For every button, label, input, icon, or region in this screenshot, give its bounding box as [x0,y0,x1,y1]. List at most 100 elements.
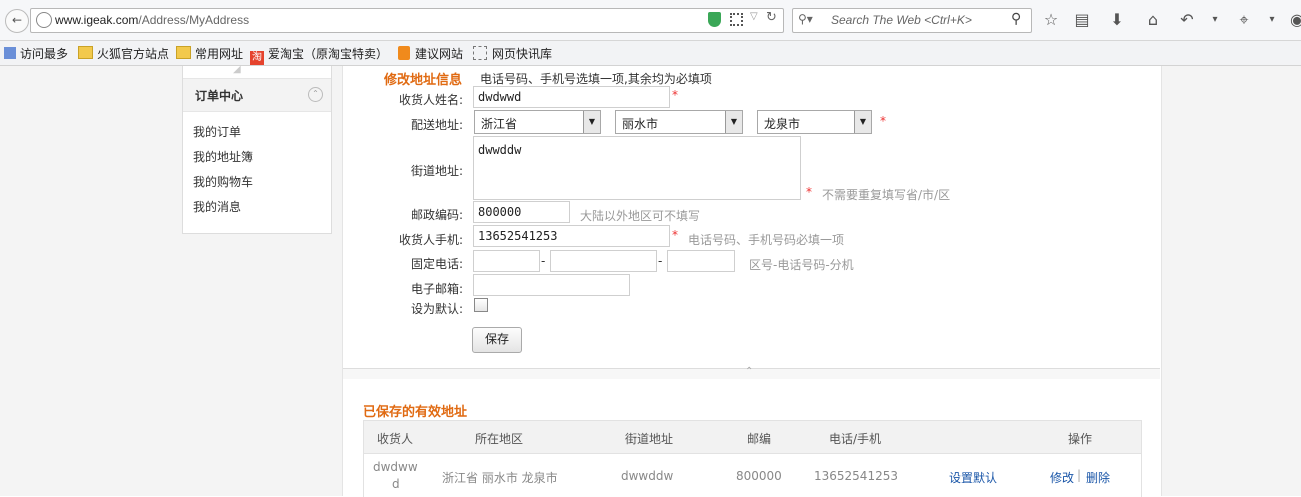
sidebar-item-shopping-cart[interactable]: 我的购物车 [193,173,253,190]
cell-recipient-wrap: d [392,477,400,491]
bookmark-label: 火狐官方站点 [97,47,170,61]
home-icon[interactable]: ⌂ [1142,9,1164,31]
column-header: 操作 [1068,432,1093,446]
action-separator: | [1077,468,1082,482]
globe-icon [36,12,52,28]
city-select[interactable]: 丽水市 ▼ [615,110,743,134]
sidebar-item-my-orders[interactable]: 我的订单 [193,123,241,140]
chevron-down-icon[interactable]: ▼ [854,111,871,133]
bookmark-label: 访问最多 [20,47,69,61]
reload-icon[interactable]: ↻ [766,10,777,25]
dropdown-icon[interactable]: ▽ [750,11,758,22]
delete-link[interactable]: 删除 [1086,469,1110,486]
mobile-hint: 电话号码、手机号码必填一项 [688,233,845,247]
sidebar-header[interactable]: 订单中心 ⌃ [183,78,331,112]
bookmark-label: 网页快讯库 [492,47,553,61]
bookmark-web-slices[interactable]: 网页快讯库 [473,45,552,62]
web-search-bar[interactable]: ⚲▾ Search The Web <Ctrl+K> ⚲ [792,8,1032,33]
taobao-icon: 淘 [250,51,264,65]
back-button[interactable]: ← [5,9,29,33]
phone-number-input[interactable] [550,250,657,272]
zip-input[interactable]: 800000 [473,201,570,223]
street-textarea[interactable]: dwwddw [473,136,801,200]
web-slice-icon [473,46,487,60]
sidebar-title: 订单中心 [195,89,244,103]
crop-icon[interactable]: ⌖ [1233,9,1255,31]
shield-icon[interactable] [708,12,721,27]
star-icon[interactable]: ☆ [1040,9,1062,31]
chevron-down-icon[interactable]: ▼ [583,111,600,133]
sidebar-pointer-icon: ◢ [233,64,241,75]
name-input[interactable]: dwdwwd [473,86,670,108]
column-header: 电话/手机 [829,432,882,446]
province-select[interactable]: 浙江省 ▼ [474,110,601,134]
magnifier-icon[interactable]: ⚲ [1011,11,1021,27]
cell-recipient: dwdww [373,460,418,474]
required-mark: * [806,185,812,199]
bookmark-most-visited[interactable]: 访问最多 [4,45,68,62]
qr-code-icon[interactable] [730,13,743,26]
district-select[interactable]: 龙泉市 ▼ [757,110,872,134]
street-label: 街道地址: [410,164,463,178]
saved-addresses-table: 收货人 所在地区 街道地址 邮编 电话/手机 操作 dwdww d 浙江省 丽水… [363,420,1142,497]
column-header: 收货人 [377,432,414,446]
phone-hint: 区号-电话号码-分机 [749,258,854,272]
chat-icon[interactable]: ◉ [1286,9,1301,31]
phone-extension-input[interactable] [667,250,735,272]
sidebar-item-messages[interactable]: 我的消息 [193,198,241,215]
mobile-label: 收货人手机: [398,233,463,247]
bookmarks-bar: 访问最多 火狐官方站点 常用网址 淘爱淘宝（原淘宝特卖） 建议网站 网页快讯库 [0,41,1301,66]
column-header: 街道地址 [625,432,674,446]
phone-label: 固定电话: [410,257,463,271]
bookmark-firefox-official[interactable]: 火狐官方站点 [78,45,169,62]
form-note: 电话号码、手机号选填一项,其余均为必填项 [480,72,712,86]
save-button[interactable]: 保存 [472,327,522,353]
browser-toolbar: ← www.igeak.com/Address/MyAddress ▽ ↻ ⚲▾… [0,0,1301,41]
bookmark-suggested-sites[interactable]: 建议网站 [398,45,463,62]
required-mark: * [672,88,678,102]
bookmark-label: 建议网站 [415,47,464,61]
most-visited-icon [4,47,16,59]
saved-addresses-title: 已保存的有效地址 [363,405,468,420]
sidebar-item-address-book[interactable]: 我的地址簿 [193,148,253,165]
zip-label: 邮政编码: [410,208,463,222]
mobile-input[interactable]: 13652541253 [473,225,670,247]
back-arrow-icon: ← [11,13,23,27]
collapse-arrow-icon[interactable]: ⌃ [745,366,753,377]
default-checkbox[interactable] [474,298,488,312]
collapse-toggle-icon[interactable]: ⌃ [308,87,323,102]
cell-zip: 800000 [736,469,782,483]
download-icon[interactable]: ⬇ [1106,9,1128,31]
set-default-link[interactable]: 设置默认 [949,469,997,486]
email-input[interactable] [473,274,630,296]
cell-region: 浙江省 丽水市 龙泉市 [442,471,558,485]
search-engine-icon[interactable]: ⚲▾ [798,12,813,26]
undo-icon[interactable]: ↶ [1176,9,1198,31]
bookmark-label: 爱淘宝（原淘宝特卖） [268,47,389,61]
suggested-sites-icon [398,46,410,60]
phone-area-code-input[interactable] [473,250,540,272]
required-mark: * [880,114,886,128]
district-value: 龙泉市 [764,117,801,131]
bookmark-aitaobao[interactable]: 淘爱淘宝（原淘宝特卖） [250,45,388,65]
folder-icon [176,46,191,59]
url-text: www.igeak.com/Address/MyAddress [55,13,249,27]
zip-hint: 大陆以外地区可不填写 [580,209,701,223]
edit-link[interactable]: 修改 [1050,469,1074,486]
menu-dropdown-icon[interactable]: ▾ [1204,9,1226,31]
bookmark-common-sites[interactable]: 常用网址 [176,45,243,62]
column-header: 所在地区 [475,432,524,446]
email-label: 电子邮箱: [410,282,463,296]
address-label: 配送地址: [410,118,463,132]
reading-list-icon[interactable]: ▤ [1071,9,1093,31]
table-row: dwdww d 浙江省 丽水市 龙泉市 dwwddw 800000 136525… [364,454,1141,497]
form-title: 修改地址信息 [384,73,463,88]
url-host: www.igeak.com [55,13,139,27]
url-bar[interactable]: www.igeak.com/Address/MyAddress ▽ ↻ [30,8,784,33]
city-value: 丽水市 [622,117,659,131]
bookmark-label: 常用网址 [195,47,244,61]
chevron-down-icon[interactable]: ▼ [725,111,742,133]
cell-street: dwwddw [621,469,674,483]
required-mark: * [672,228,678,242]
more-dropdown-icon[interactable]: ▾ [1261,9,1283,31]
